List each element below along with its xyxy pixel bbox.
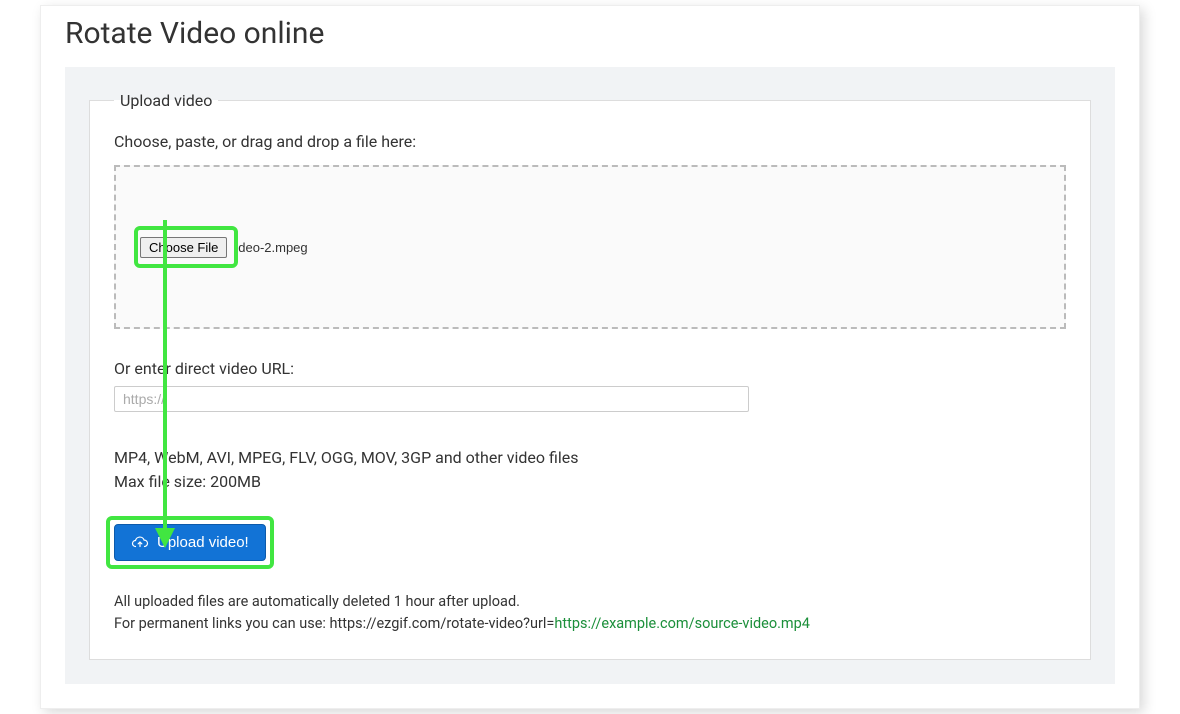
format-info: MP4, WebM, AVI, MPEG, FLV, OGG, MOV, 3GP… [114, 446, 1066, 494]
disclaimer-line-2: For permanent links you can use: https:/… [114, 613, 1066, 635]
selected-filename: ideo-2.mpeg [235, 240, 307, 255]
instruction-text: Choose, paste, or drag and drop a file h… [114, 132, 1066, 151]
cloud-upload-icon [131, 536, 149, 550]
video-url-input[interactable] [114, 386, 749, 412]
formats-line: MP4, WebM, AVI, MPEG, FLV, OGG, MOV, 3GP… [114, 446, 1066, 470]
file-dropzone[interactable]: Choose File ideo-2.mpeg [114, 165, 1066, 329]
grey-panel: Upload video Choose, paste, or drag and … [65, 67, 1115, 684]
maxsize-line: Max file size: 200MB [114, 470, 1066, 494]
upload-fieldset: Upload video Choose, paste, or drag and … [89, 91, 1091, 660]
upload-video-button[interactable]: Upload video! [114, 524, 266, 561]
page-container: Rotate Video online Upload video Choose,… [40, 5, 1140, 709]
fieldset-legend: Upload video [114, 91, 218, 110]
disclaimer-line-1: All uploaded files are automatically del… [114, 591, 1066, 613]
disclaimer-prefix: For permanent links you can use: https:/… [114, 615, 554, 632]
page-title: Rotate Video online [41, 6, 1139, 67]
upload-button-wrap: Upload video! [114, 524, 266, 561]
or-url-label: Or enter direct video URL: [114, 359, 1066, 378]
upload-button-label: Upload video! [157, 534, 249, 551]
disclaimer: All uploaded files are automatically del… [114, 591, 1066, 635]
choose-file-button[interactable]: Choose File [140, 237, 227, 258]
example-url-link[interactable]: https://example.com/source-video.mp4 [554, 615, 810, 632]
